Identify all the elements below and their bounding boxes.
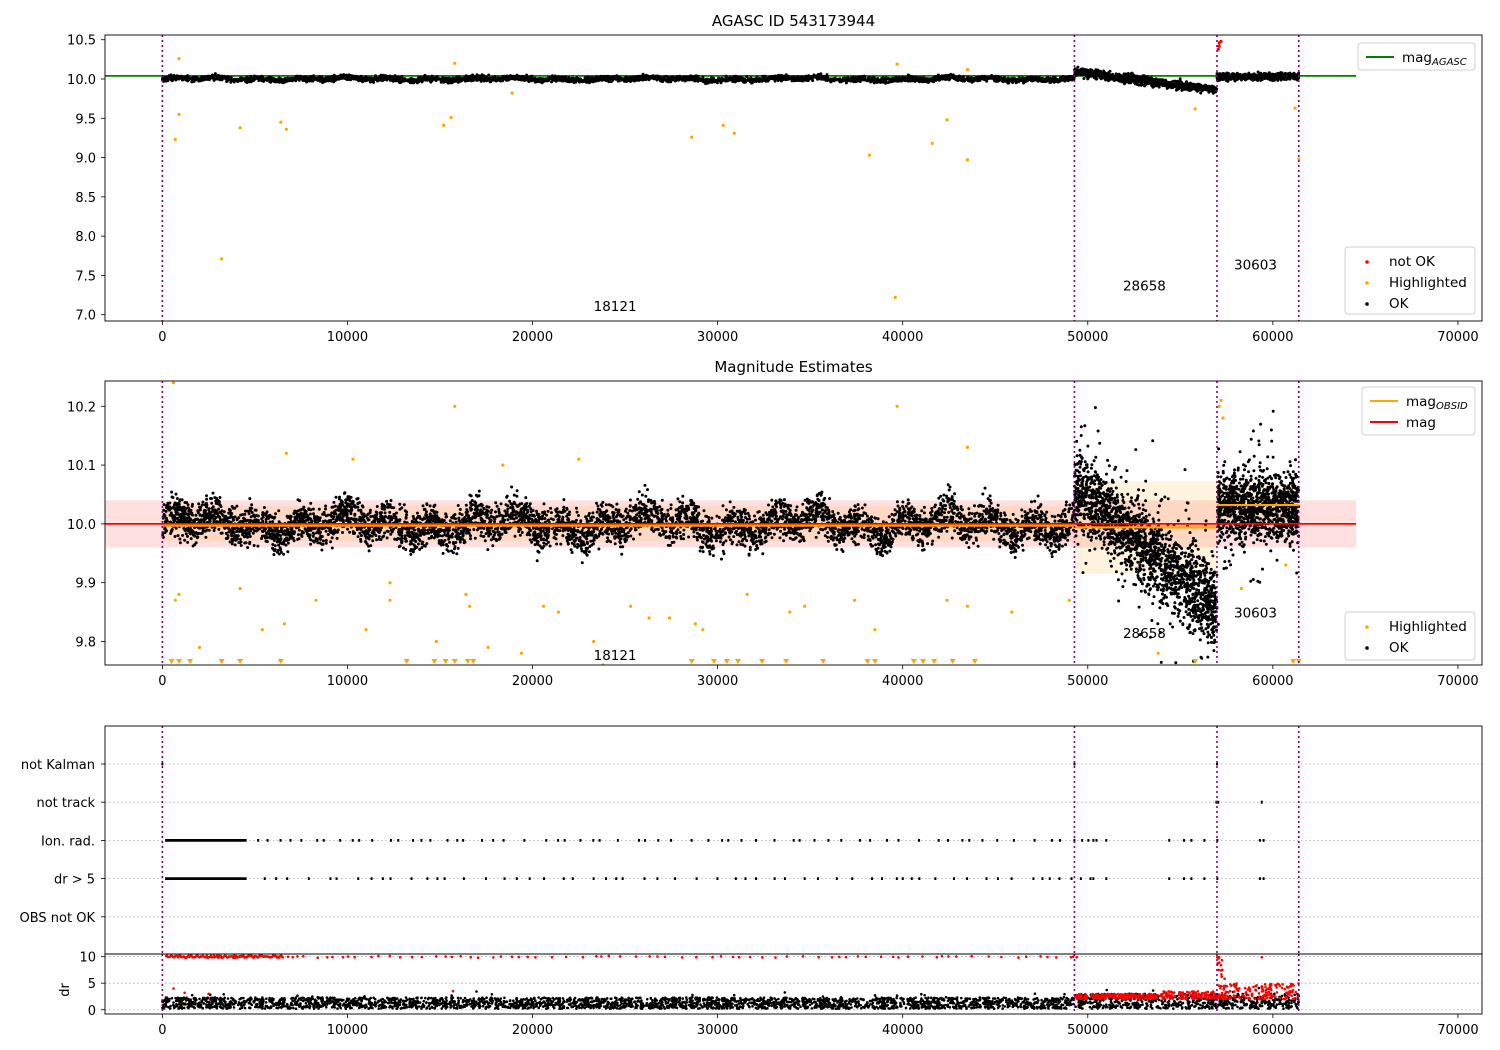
x-tick-label: 70000	[1437, 674, 1478, 689]
y-tick-label: 9.0	[75, 152, 96, 167]
x-tick-label: 60000	[1252, 674, 1293, 689]
x-tick-label: 10000	[327, 330, 368, 345]
y-tick-label: 7.0	[75, 309, 96, 324]
legend-dot-marker	[1365, 646, 1369, 650]
panel2-x-axis: 0 10000 20000 30000 40000 50000 60000 70000	[158, 665, 1479, 689]
legend-label: Highlighted	[1389, 275, 1467, 291]
y-tick-label: 10	[79, 951, 96, 966]
x-tick-label: 40000	[882, 330, 923, 345]
ok-points	[161, 72, 1076, 86]
panel1-x-axis: 0 10000 20000 30000 40000 50000 60000 70000	[158, 321, 1479, 345]
panel4-y-axis: 10 5 0	[79, 951, 105, 1019]
flag-row-label: Ion. rad.	[41, 834, 95, 849]
panel2-legend: magOBSIDmag	[1361, 386, 1476, 436]
figure: 18121 28658 30603 10.5 10.0 9.5 9.0 8.5 8.0 7.5 7.…	[20, 12, 1483, 1038]
y-tick-label: 10.1	[67, 459, 96, 474]
panel2-title: Magnitude Estimates	[714, 358, 872, 376]
x-tick-label: 30000	[697, 674, 738, 689]
y-tick-label: 10.2	[67, 400, 96, 415]
dr-ylabel: dr	[58, 983, 73, 997]
flag-row-label: dr > 5	[54, 873, 95, 888]
obsid-annotation: 30603	[1234, 258, 1277, 274]
flag-row-label: OBS not OK	[20, 911, 96, 926]
legend-label: OK	[1389, 640, 1410, 656]
x-tick-label: 50000	[1067, 330, 1108, 345]
x-tick-label: 70000	[1437, 1023, 1478, 1038]
y-tick-label: 9.9	[75, 577, 96, 592]
y-tick-label: 8.5	[75, 191, 96, 206]
panel1-plot	[105, 35, 1357, 321]
legend-label: OK	[1389, 296, 1410, 312]
clipped-low-markers	[168, 659, 1302, 664]
x-tick-label: 20000	[512, 674, 553, 689]
legend-label: mag	[1406, 415, 1436, 431]
ok-points	[1073, 65, 1219, 95]
panel1-legend-status: not OK Highlighted OK	[1344, 246, 1476, 315]
panel1-title: AGASC ID 543173944	[712, 12, 875, 30]
legend-label: Highlighted	[1389, 619, 1467, 635]
y-tick-label: 0	[88, 1004, 96, 1019]
legend-dot-marker	[1365, 625, 1369, 629]
ok-points	[1215, 70, 1301, 83]
y-tick-label: 7.5	[75, 269, 96, 284]
legend-dot-marker	[1365, 281, 1369, 285]
highlighted-points	[173, 56, 1301, 300]
panel3-plot	[105, 726, 1482, 954]
y-tick-label: 9.8	[75, 635, 96, 650]
x-tick-label: 0	[158, 330, 166, 345]
x-tick-label: 60000	[1252, 330, 1293, 345]
x-tick-label: 60000	[1252, 1023, 1293, 1038]
y-tick-label: 9.5	[75, 112, 96, 127]
obsid-annotation: 30603	[1234, 605, 1277, 621]
x-tick-label: 50000	[1067, 674, 1108, 689]
legend-dot-marker	[1365, 260, 1369, 264]
panel4-plot	[105, 954, 1482, 1014]
x-tick-label: 0	[158, 674, 166, 689]
x-tick-label: 10000	[327, 674, 368, 689]
legend-dot-marker	[1365, 302, 1369, 306]
x-tick-label: 70000	[1437, 330, 1478, 345]
y-tick-label: 10.5	[67, 34, 96, 49]
obsid-annotation: 18121	[594, 648, 637, 664]
y-tick-label: 5	[88, 977, 96, 992]
x-tick-label: 30000	[697, 1023, 738, 1038]
x-tick-label: 40000	[882, 674, 923, 689]
obsid-annotation: 28658	[1123, 279, 1166, 295]
flag-row-label: not track	[36, 796, 95, 811]
panel2-y-axis: 10.2 10.1 10.0 9.9 9.8	[67, 400, 105, 650]
y-tick-label: 10.0	[67, 73, 96, 88]
x-tick-label: 40000	[882, 1023, 923, 1038]
panel1-legend: magAGASC	[1357, 42, 1476, 71]
panel2-legend-status: Highlighted OK	[1344, 611, 1476, 661]
flag-markers	[161, 762, 1265, 880]
flag-row-label: not Kalman	[21, 758, 95, 773]
panel1-y-axis: 10.5 10.0 9.5 9.0 8.5 8.0 7.5 7.0	[67, 34, 105, 324]
x-tick-label: 20000	[512, 1023, 553, 1038]
obsid-annotation: 18121	[594, 299, 637, 315]
obsid-annotation: 28658	[1123, 626, 1166, 642]
x-tick-label: 0	[158, 1023, 166, 1038]
y-tick-label: 10.0	[67, 518, 96, 533]
x-tick-label: 30000	[697, 330, 738, 345]
x-tick-label: 10000	[327, 1023, 368, 1038]
x-tick-label: 20000	[512, 330, 553, 345]
panel4-x-axis: 0 10000 20000 30000 40000 50000 60000 70000	[158, 1014, 1479, 1038]
legend-label: not OK	[1389, 254, 1436, 270]
panel2-plot	[105, 381, 1357, 665]
y-tick-label: 8.0	[75, 230, 96, 245]
x-tick-label: 50000	[1067, 1023, 1108, 1038]
